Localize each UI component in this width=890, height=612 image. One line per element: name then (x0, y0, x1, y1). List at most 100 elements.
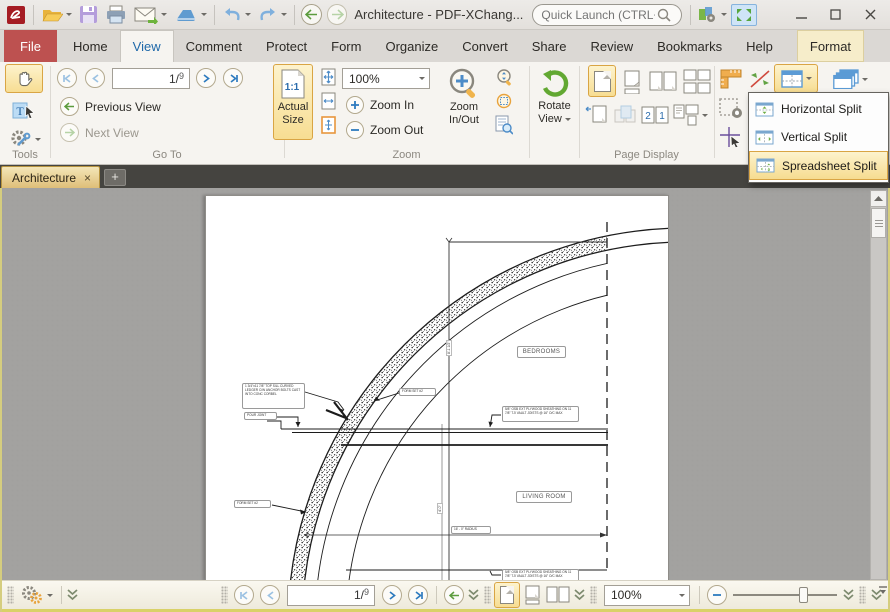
two-pages-button[interactable] (648, 68, 678, 96)
rulers-button[interactable] (718, 66, 744, 92)
rotate-view-button[interactable]: Rotate View (531, 64, 578, 140)
single-page-button[interactable] (588, 65, 616, 97)
menu-item-horizontal-split[interactable]: Horizontal Split (749, 95, 888, 123)
status-previous-view-button[interactable] (444, 585, 464, 605)
vertical-scrollbar[interactable] (870, 190, 887, 580)
tab-convert[interactable]: Convert (450, 30, 520, 62)
tab-protect[interactable]: Protect (254, 30, 319, 62)
status-page-number-input[interactable]: 1/9 (287, 585, 375, 606)
tab-format[interactable]: Format (797, 30, 864, 62)
scroll-to-end-icon[interactable] (878, 582, 888, 600)
find-button[interactable]: Find... (878, 30, 890, 62)
document-tab-architecture[interactable]: Architecture × (1, 166, 100, 188)
tab-review[interactable]: Review (578, 30, 645, 62)
redo-button[interactable] (255, 2, 290, 28)
actual-size-button[interactable]: 1:1 Actual Size (273, 64, 313, 140)
remove-split-button[interactable] (748, 66, 772, 92)
layout-options-chevron[interactable] (574, 589, 585, 601)
select-text-tool-button[interactable]: T (6, 98, 42, 124)
status-zoom-combo[interactable]: 100% (604, 585, 690, 606)
back-button[interactable] (301, 4, 322, 25)
tab-view[interactable]: View (120, 30, 174, 62)
toolbar-grip[interactable] (590, 586, 597, 604)
fit-width-button[interactable] (318, 91, 338, 111)
tab-file[interactable]: File (4, 30, 57, 62)
page-number-input[interactable]: 1/9 (112, 68, 190, 89)
zoom-out-button[interactable]: Zoom Out (346, 121, 423, 139)
zoom-options-chevron[interactable] (843, 589, 854, 601)
scan-button[interactable] (171, 2, 210, 28)
tab-home[interactable]: Home (61, 30, 120, 62)
previous-view-button[interactable]: Previous View (60, 97, 161, 116)
last-page-button[interactable] (223, 68, 243, 88)
new-tab-button[interactable]: + (104, 169, 126, 186)
status-first-page-button[interactable] (234, 585, 254, 605)
zoom-in-out-button[interactable]: Zoom In/Out (438, 64, 490, 140)
loupe-tool-button[interactable] (494, 115, 514, 135)
tab-share[interactable]: Share (520, 30, 579, 62)
previous-page-button[interactable] (85, 68, 105, 88)
window-arrange-button[interactable] (828, 66, 872, 92)
toolbar-grip[interactable] (859, 586, 866, 604)
status-options-button[interactable] (17, 582, 56, 608)
print-button[interactable] (102, 2, 130, 28)
close-tab-icon[interactable]: × (84, 173, 91, 183)
page-transitions-button[interactable] (718, 96, 744, 122)
hand-tool-button[interactable] (5, 64, 43, 93)
cover-mode-button[interactable] (612, 102, 638, 128)
status-next-page-button[interactable] (382, 585, 402, 605)
quick-launch-input[interactable] (539, 7, 657, 23)
menu-item-vertical-split[interactable]: Vertical Split (749, 123, 888, 151)
right-to-left-button[interactable]: 21 (640, 102, 670, 128)
undo-button[interactable] (219, 2, 254, 28)
zoom-level-combo[interactable]: 100% (342, 68, 430, 89)
zoom-in-button[interactable]: Zoom In (346, 96, 414, 114)
toolbar-grip[interactable] (484, 586, 491, 604)
ui-options-button[interactable] (695, 2, 730, 28)
next-view-button[interactable]: Next View (60, 123, 139, 142)
open-button[interactable] (38, 2, 75, 28)
two-pages-continuous-button[interactable] (682, 68, 712, 96)
toolbar-grip[interactable] (7, 586, 14, 604)
snap-spread-button[interactable] (584, 102, 610, 128)
page-layout-options-button[interactable] (672, 102, 708, 128)
tab-comment[interactable]: Comment (174, 30, 254, 62)
scrollbar-thumb[interactable] (871, 208, 886, 238)
fit-page-button[interactable] (318, 67, 338, 87)
fullscreen-button[interactable] (731, 4, 757, 26)
scroll-up-button[interactable] (871, 191, 886, 207)
status-last-page-button[interactable] (408, 585, 428, 605)
expand-panel-button[interactable] (67, 589, 78, 601)
split-button[interactable] (774, 64, 818, 93)
status-two-pages-button[interactable] (544, 582, 572, 608)
document-canvas[interactable]: BEDROOMS LIVING ROOM 1 3/4"x11 7/8" TOP … (0, 188, 890, 580)
zoom-slider[interactable] (733, 594, 837, 596)
next-page-button[interactable] (196, 68, 216, 88)
view-history-chevron[interactable] (468, 589, 479, 601)
maximize-button[interactable] (819, 2, 852, 28)
zoom-slider-thumb[interactable] (799, 587, 808, 603)
pdf-page[interactable]: BEDROOMS LIVING ROOM 1 3/4"x11 7/8" TOP … (205, 195, 669, 580)
first-page-button[interactable] (57, 68, 77, 88)
save-button[interactable] (76, 2, 101, 28)
show-guides-button[interactable] (718, 124, 744, 150)
quick-launch-box[interactable] (532, 4, 682, 26)
marquee-zoom-button[interactable] (494, 91, 514, 111)
app-logo-icon[interactable] (3, 2, 29, 28)
status-continuous-button[interactable] (520, 582, 544, 608)
status-previous-page-button[interactable] (260, 585, 280, 605)
status-zoom-out-button[interactable] (707, 585, 727, 605)
close-button[interactable] (854, 2, 887, 28)
tab-bookmarks[interactable]: Bookmarks (645, 30, 734, 62)
menu-item-spreadsheet-split[interactable]: Spreadsheet Split (749, 151, 888, 180)
status-single-page-button[interactable] (494, 582, 520, 608)
forward-button[interactable] (327, 4, 348, 25)
minimize-button[interactable] (785, 2, 818, 28)
tab-organize[interactable]: Organize (373, 30, 450, 62)
fit-visible-button[interactable] (318, 115, 338, 135)
tab-help[interactable]: Help (734, 30, 785, 62)
dynamic-zoom-button[interactable] (494, 67, 514, 87)
continuous-button[interactable] (620, 68, 644, 96)
tab-form[interactable]: Form (319, 30, 373, 62)
email-button[interactable] (131, 2, 170, 28)
